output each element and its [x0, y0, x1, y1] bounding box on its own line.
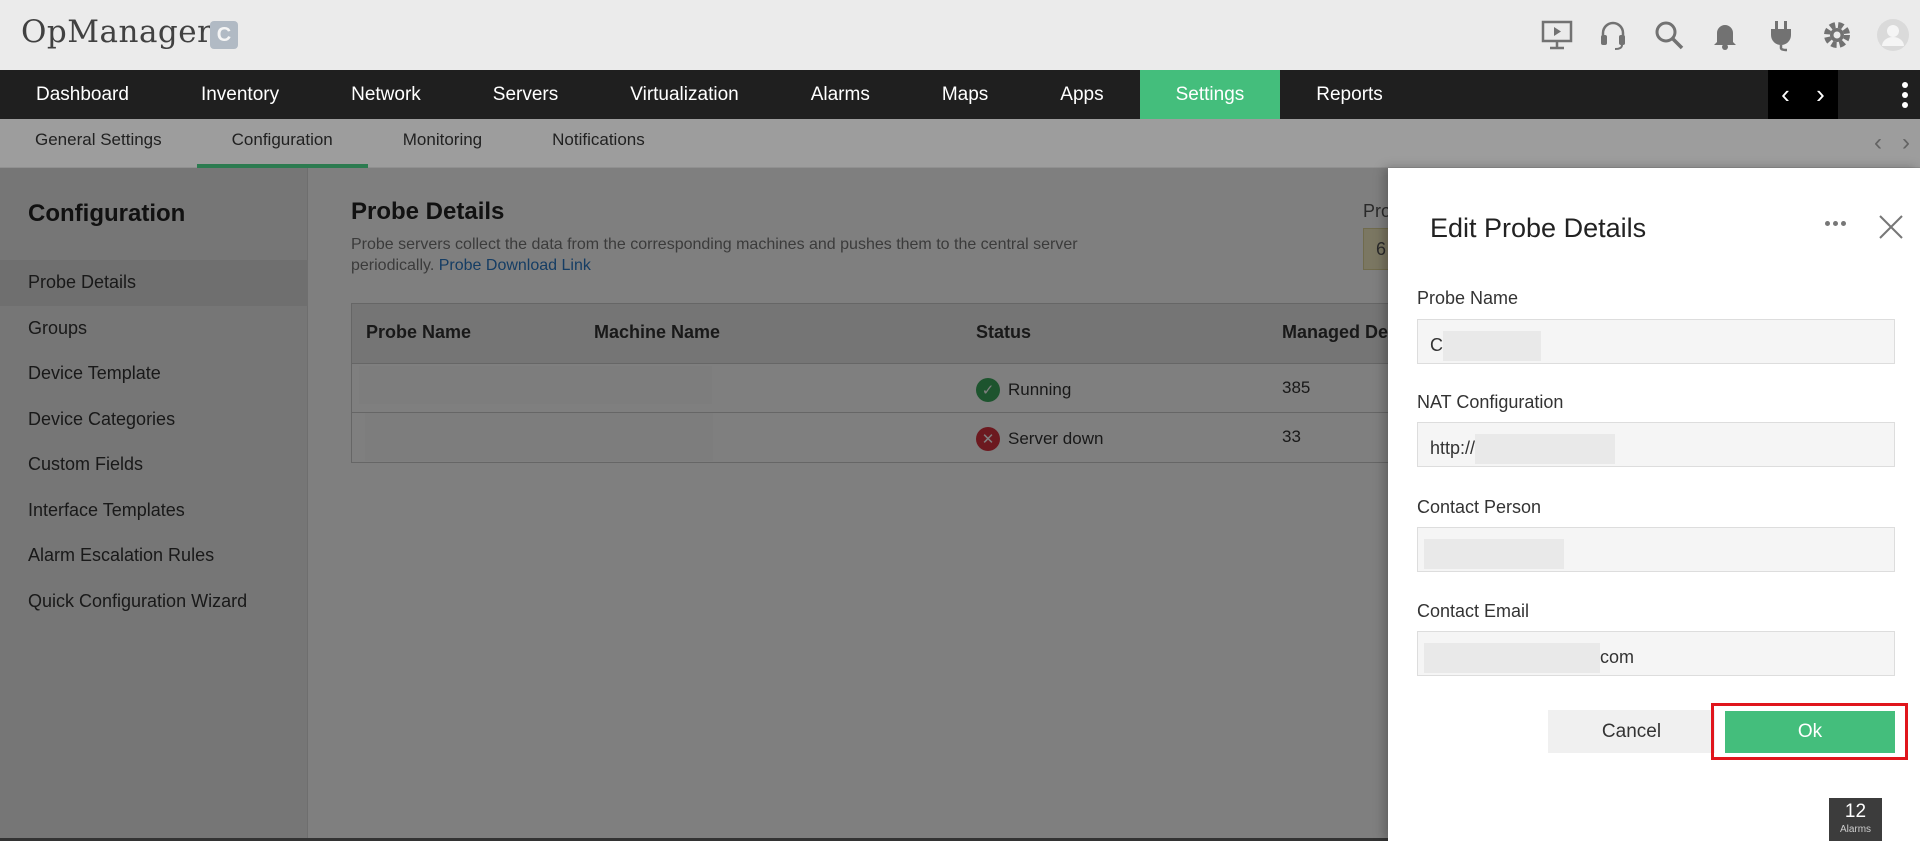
modal-overlay[interactable] [0, 168, 1388, 841]
cancel-button[interactable]: Cancel [1548, 710, 1715, 753]
close-icon[interactable] [1876, 212, 1906, 242]
alarm-count-badge[interactable]: 12 Alarms [1829, 798, 1882, 841]
nav-scroll-arrows: ‹ › [1768, 70, 1838, 119]
more-menu-icon[interactable] [1890, 70, 1920, 119]
contact-person-label: Contact Person [1417, 497, 1542, 517]
nat-config-field[interactable]: http:// [1417, 422, 1895, 467]
ok-button[interactable]: Ok [1725, 711, 1895, 753]
contact-email-label: Contact Email [1417, 601, 1530, 621]
probe-name-field[interactable]: C [1417, 319, 1895, 364]
nat-config-label: NAT Configuration [1417, 392, 1564, 412]
nav-prev-button[interactable]: ‹ [1781, 79, 1790, 110]
header-dim [0, 0, 1920, 70]
subnav-dim [0, 119, 1920, 168]
probe-name-label: Probe Name [1417, 288, 1519, 308]
contact-person-field[interactable] [1417, 527, 1895, 572]
panel-title: Edit Probe Details [1430, 213, 1647, 243]
more-options-icon[interactable] [1825, 221, 1846, 226]
edit-probe-panel: Edit Probe Details Probe Name C NAT Conf… [1388, 168, 1920, 841]
nav-next-button[interactable]: › [1816, 79, 1825, 110]
contact-email-field[interactable]: com [1417, 631, 1895, 676]
